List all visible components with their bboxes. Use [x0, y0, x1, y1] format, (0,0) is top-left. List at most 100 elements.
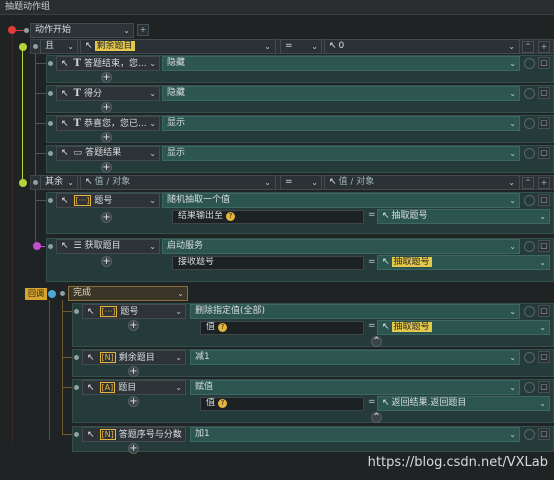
else-item-2-dot[interactable] — [33, 242, 41, 250]
else-item-1-target[interactable]: ↖ [···] 题号 ⌄ — [56, 193, 160, 208]
chevron-down-icon: ⌄ — [509, 307, 516, 316]
callback-item-ring[interactable] — [524, 352, 535, 363]
callback-item-action[interactable]: 减1 ⌄ — [190, 350, 520, 365]
callback-item-action[interactable]: 加1 ⌄ — [190, 427, 520, 442]
if-node-dot[interactable] — [19, 43, 27, 51]
else-right-operand[interactable]: ↖ 值 / 对象 ⌄ — [324, 175, 520, 190]
chevron-down-icon: ⌄ — [149, 196, 156, 205]
add-root-button[interactable]: + — [137, 24, 149, 36]
else-item-1-action-label: 随机抽取一个值 — [167, 195, 231, 205]
if-item-ring[interactable] — [524, 88, 535, 99]
else-operator-select[interactable]: = ⌄ — [280, 175, 322, 190]
callback-item-action-label: 赋值 — [195, 382, 214, 392]
if-right-operand[interactable]: ↖ 0 ⌄ — [324, 39, 520, 54]
if-item-target[interactable]: ↖ ▭ 答题结果 ⌄ — [56, 146, 160, 161]
callback-node-dot[interactable] — [48, 290, 56, 298]
if-item-target[interactable]: ↖ T 答题结束，您... ⌄ — [56, 56, 160, 71]
if-item-menu[interactable]: ▢ — [538, 117, 550, 129]
text-variable-icon: [A] — [99, 382, 116, 393]
else-item-2-target[interactable]: ↖ ☰ 获取题目 ⌄ — [56, 239, 160, 254]
callback-item-param-value[interactable]: ↖ 抽取题号 ⌄ — [377, 320, 550, 335]
callback-item-add[interactable]: + — [128, 443, 139, 454]
callback-item-ring[interactable] — [524, 382, 535, 393]
else-add-button[interactable]: + — [538, 177, 550, 189]
else-toggle-button[interactable]: ⌃ — [522, 177, 534, 189]
else-item-2-param-value[interactable]: ↖ 抽取题号 ⌄ — [377, 255, 550, 270]
callback-item-ring[interactable] — [524, 306, 535, 317]
else-item-2-action[interactable]: 启动服务 ⌄ — [162, 239, 520, 254]
callback-item-menu[interactable]: ▢ — [538, 351, 550, 363]
if-item-value[interactable]: 隐藏 ⌄ — [162, 86, 520, 101]
callback-item-add[interactable]: + — [128, 396, 139, 407]
if-item-value-label: 显示 — [167, 148, 186, 158]
root-node-dot[interactable] — [8, 26, 16, 34]
callback-item-menu[interactable]: ▢ — [538, 428, 550, 440]
equals-sign: = — [368, 321, 376, 331]
callback-item-menu[interactable]: ▢ — [538, 381, 550, 393]
if-item-ring[interactable] — [524, 148, 535, 159]
chevron-down-icon: ⌄ — [149, 242, 156, 251]
callback-item-menu[interactable]: ▢ — [538, 305, 550, 317]
callback-item-target[interactable]: ↖ [A] 题目 ⌄ — [82, 380, 186, 395]
if-item-add[interactable]: + — [101, 162, 112, 173]
else-item-2-menu[interactable]: ▢ — [538, 240, 550, 252]
if-item-add[interactable]: + — [101, 72, 112, 83]
else-item-1-add[interactable]: + — [101, 212, 112, 223]
chevron-down-icon: ⌄ — [149, 59, 156, 68]
if-item-add[interactable]: + — [101, 132, 112, 143]
if-item-value[interactable]: 显示 ⌄ — [162, 146, 520, 161]
callback-item-target[interactable]: ↖ [···] 题号 ⌄ — [82, 304, 186, 319]
else-left-operand[interactable]: ↖ 值 / 对象 ⌄ — [80, 175, 276, 190]
callback-item-ring[interactable] — [524, 429, 535, 440]
callback-item-add[interactable]: + — [128, 366, 139, 377]
if-item-name: 答题结束，您... — [84, 59, 147, 69]
else-item-1-ring[interactable] — [524, 195, 535, 206]
if-item-value[interactable]: 隐藏 ⌄ — [162, 56, 520, 71]
else-node-dot[interactable] — [19, 179, 27, 187]
if-operator-select[interactable]: = ⌄ — [280, 39, 322, 54]
if-left-operand[interactable]: ↖ 剩余题目 ⌄ — [80, 39, 276, 54]
list-variable-icon: [···] — [99, 306, 118, 317]
if-item-name: 得分 — [84, 89, 103, 99]
pointer-icon: ↖ — [61, 241, 69, 251]
callback-item-target[interactable]: ↖ [N] 答题序号与分数 ⌄ — [82, 427, 186, 442]
root-event-select[interactable]: 动作开始 ⌄ — [30, 23, 134, 38]
callback-item-action[interactable]: 删除指定值(全部) ⌄ — [190, 304, 520, 319]
else-item-2-add[interactable]: + — [101, 256, 112, 267]
callback-item-action-label: 减1 — [195, 352, 210, 362]
callback-item-target[interactable]: ↖ [N] 剩余题目 ⌄ — [82, 350, 186, 365]
callback-item-name: 剩余题目 — [118, 353, 155, 363]
else-item-1-param-value-label: 抽取题号 — [391, 211, 428, 221]
if-toggle-button[interactable]: ⌃ — [522, 41, 534, 53]
if-item-menu[interactable]: ▢ — [538, 147, 550, 159]
callback-item-param-value[interactable]: ↖ 返回结果.返回题目 ⌄ — [377, 396, 550, 411]
if-item-menu[interactable]: ▢ — [538, 87, 550, 99]
callback-rail — [49, 300, 50, 440]
if-add-button[interactable]: + — [538, 41, 550, 53]
if-kind-select[interactable]: 且 ⌄ — [40, 39, 78, 54]
else-item-2-ring[interactable] — [524, 241, 535, 252]
if-item-ring[interactable] — [524, 58, 535, 69]
else-item-1-action[interactable]: 随机抽取一个值 ⌄ — [162, 193, 520, 208]
pointer-icon: ↖ — [61, 196, 69, 206]
pointer-icon: ↖ — [85, 177, 93, 187]
callback-item-param-toggle[interactable]: ⌃ — [371, 336, 382, 347]
callback-item-action[interactable]: 赋值 ⌄ — [190, 380, 520, 395]
callback-item-param-label-box: 值? — [200, 397, 364, 411]
pointer-icon: ↖ — [61, 59, 69, 69]
if-item-value[interactable]: 显示 ⌄ — [162, 116, 520, 131]
if-item-target[interactable]: ↖ T 得分 ⌄ — [56, 86, 160, 101]
if-item-add[interactable]: + — [101, 102, 112, 113]
pointer-icon: ↖ — [61, 89, 69, 99]
pointer-icon: ↖ — [382, 257, 390, 267]
if-item-target[interactable]: ↖ T 恭喜您，您已... ⌄ — [56, 116, 160, 131]
callback-item-add[interactable]: + — [128, 320, 139, 331]
if-item-menu[interactable]: ▢ — [538, 57, 550, 69]
else-item-1-menu[interactable]: ▢ — [538, 194, 550, 206]
callback-event-select[interactable]: 完成 ⌄ — [68, 286, 188, 301]
if-item-ring[interactable] — [524, 118, 535, 129]
callback-item-param-toggle[interactable]: ⌃ — [371, 412, 382, 423]
else-item-1-param-value[interactable]: ↖ 抽取题号 ⌄ — [377, 209, 550, 224]
else-kind-select[interactable]: 其余 ⌄ — [40, 175, 78, 190]
number-variable-icon: [N] — [99, 429, 116, 440]
